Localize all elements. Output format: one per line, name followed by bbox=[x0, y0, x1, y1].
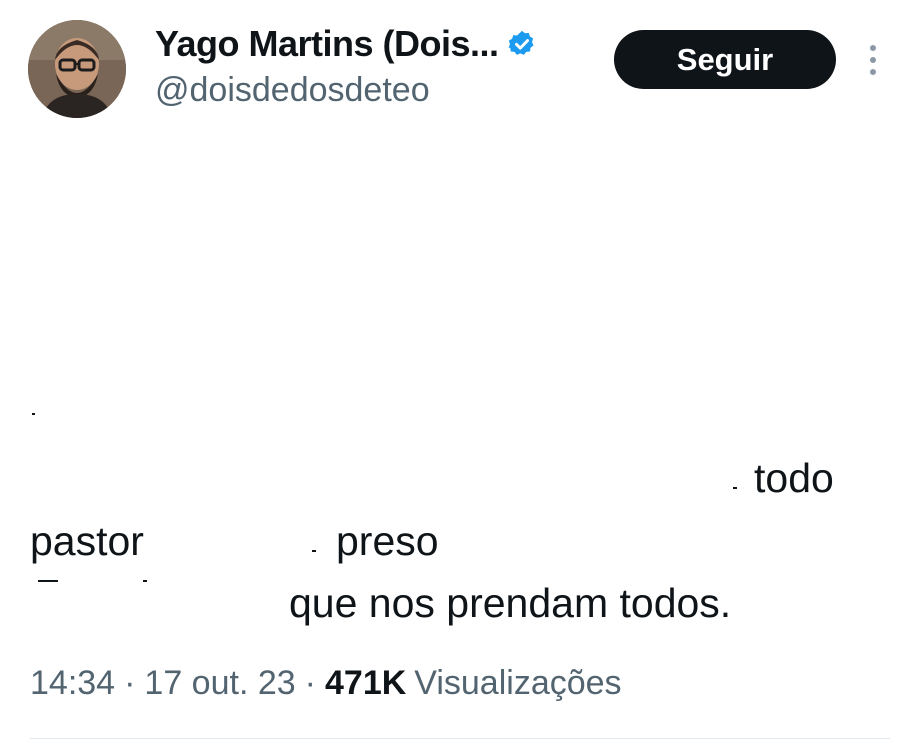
tweet-date[interactable]: 17 out. 23 bbox=[144, 664, 295, 703]
divider bbox=[30, 738, 890, 739]
meta-separator: · bbox=[124, 664, 136, 702]
follow-button[interactable]: Seguir bbox=[614, 30, 836, 89]
tweet-line-end: que nos prendam todos. bbox=[289, 580, 732, 626]
tweet-word-todo: todo bbox=[754, 455, 834, 501]
verified-badge-icon[interactable] bbox=[507, 29, 537, 59]
tweet-meta: 14:34 · 17 out. 23 · 471K Visualizações bbox=[30, 664, 622, 703]
tweet-time[interactable]: 14:34 bbox=[30, 664, 115, 703]
author-name-row[interactable]: Yago Martins (Dois... bbox=[155, 22, 537, 66]
author-display-name[interactable]: Yago Martins (Dois... bbox=[155, 23, 499, 65]
views-count[interactable]: 471K bbox=[325, 664, 406, 703]
avatar-photo bbox=[28, 20, 126, 118]
text-fragment bbox=[733, 487, 737, 489]
text-fragment bbox=[38, 580, 58, 582]
tweet-word-preso: preso bbox=[336, 518, 439, 564]
text-fragment bbox=[32, 413, 35, 415]
avatar[interactable] bbox=[28, 20, 126, 118]
text-fragment bbox=[143, 580, 147, 582]
views-label[interactable]: Visualizações bbox=[414, 664, 621, 703]
meta-separator: · bbox=[304, 664, 316, 702]
text-fragment bbox=[312, 550, 316, 552]
tweet-word-pastor: pastor bbox=[30, 518, 144, 564]
tweet-text: todo pastor preso que nos prendam todos. bbox=[0, 0, 921, 746]
more-vertical-icon[interactable] bbox=[862, 40, 884, 80]
author-handle[interactable]: @doisdedosdeteo bbox=[155, 71, 430, 110]
